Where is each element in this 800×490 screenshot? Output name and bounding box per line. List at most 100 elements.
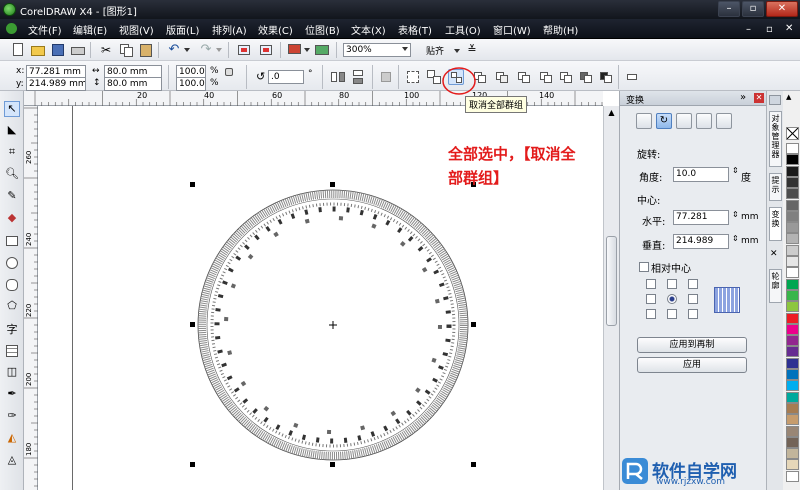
snap-dropdown-icon[interactable]: [454, 49, 460, 53]
menu-close-icon[interactable]: ✕: [785, 23, 793, 34]
color-swatch[interactable]: [786, 143, 799, 154]
selection-handle[interactable]: [330, 462, 335, 467]
horizontal-center-field[interactable]: 77.281: [673, 210, 729, 225]
selection-handle[interactable]: [190, 322, 195, 327]
color-swatch[interactable]: [786, 199, 799, 211]
front-minus-back-icon[interactable]: [598, 69, 614, 85]
group-icon[interactable]: [405, 69, 421, 85]
color-swatch[interactable]: [786, 301, 799, 313]
y-position-field[interactable]: 214.989 mm: [26, 77, 86, 91]
color-swatch[interactable]: [786, 244, 799, 256]
color-swatch[interactable]: [786, 256, 799, 267]
redo-icon[interactable]: ↷: [198, 42, 214, 58]
menu-table[interactable]: 表格(T): [398, 22, 432, 37]
skew-transform-icon[interactable]: [716, 113, 732, 129]
anchor-top-left[interactable]: [646, 279, 656, 289]
anchor-middle-right[interactable]: [688, 294, 698, 304]
zoom-tool-icon[interactable]: 🔍︎: [4, 167, 20, 183]
anchor-middle-left[interactable]: [646, 294, 656, 304]
size-transform-icon[interactable]: [696, 113, 712, 129]
color-swatch[interactable]: [786, 391, 799, 403]
simplify-icon[interactable]: [578, 69, 594, 85]
scroll-up-arrow-icon[interactable]: ▲: [606, 108, 617, 118]
selection-handle[interactable]: [190, 462, 195, 467]
selection-handle[interactable]: [471, 462, 476, 467]
cut-icon[interactable]: ✂: [98, 42, 114, 58]
anchor-top-center[interactable]: [667, 279, 677, 289]
pick-tool-icon[interactable]: ↖: [4, 101, 20, 117]
smart-fill-tool-icon[interactable]: ◆: [4, 211, 20, 227]
coreldraw-app-icon[interactable]: [3, 3, 16, 16]
color-swatch[interactable]: [786, 176, 799, 188]
vertical-spinner-icon[interactable]: ⇕: [732, 234, 739, 243]
zoom-level-select[interactable]: 300%: [343, 43, 411, 57]
rotation-field[interactable]: .0: [268, 70, 304, 84]
scale-transform-icon[interactable]: [676, 113, 692, 129]
color-swatch[interactable]: [786, 267, 799, 279]
color-swatch[interactable]: [786, 425, 799, 437]
create-boundary-icon[interactable]: [624, 69, 640, 85]
menu-text[interactable]: 文本(X): [351, 22, 386, 37]
text-tool-icon[interactable]: 字: [4, 321, 20, 337]
crop-tool-icon[interactable]: ⌗: [4, 145, 20, 161]
new-document-icon[interactable]: [10, 42, 26, 58]
color-swatch[interactable]: [786, 357, 799, 369]
color-swatch[interactable]: [786, 165, 799, 177]
color-swatch[interactable]: [786, 335, 799, 347]
menu-arrange[interactable]: 排列(A): [212, 22, 247, 37]
document-icon[interactable]: [6, 23, 17, 34]
color-swatch[interactable]: [786, 278, 799, 290]
outline-pen-tool-icon[interactable]: ✑: [4, 409, 20, 425]
save-icon[interactable]: [50, 42, 66, 58]
menu-view[interactable]: 视图(V): [119, 22, 154, 37]
ellipse-tool-icon[interactable]: [4, 255, 20, 271]
import-icon[interactable]: [236, 42, 252, 58]
weld-icon[interactable]: [516, 69, 532, 85]
vertical-ruler[interactable]: 260 240 220 200 180: [24, 106, 38, 490]
redo-dropdown-icon[interactable]: [216, 48, 222, 52]
welcome-screen-icon[interactable]: [314, 42, 330, 58]
anchor-bottom-left[interactable]: [646, 309, 656, 319]
horizontal-spinner-icon[interactable]: ⇕: [732, 210, 739, 219]
anchor-center[interactable]: [667, 294, 677, 304]
color-swatch[interactable]: [786, 380, 799, 392]
palette-scroll-up-icon[interactable]: ▲: [786, 93, 791, 101]
apply-to-duplicate-button[interactable]: 应用到再制: [637, 337, 747, 353]
color-swatch[interactable]: [786, 414, 799, 426]
color-swatch[interactable]: [786, 323, 799, 335]
undo-icon[interactable]: ↶: [166, 42, 182, 58]
scale-y-field[interactable]: 100.0: [176, 77, 206, 91]
menu-tools[interactable]: 工具(O): [445, 22, 481, 37]
color-swatch[interactable]: [786, 154, 799, 166]
menu-edit[interactable]: 编辑(E): [73, 22, 107, 37]
rotate-transform-icon[interactable]: ↻: [656, 113, 672, 129]
lock-ratio-icon[interactable]: [225, 68, 233, 76]
selection-handle[interactable]: [330, 182, 335, 187]
outline-tab[interactable]: 轮廓: [769, 269, 782, 303]
relative-center-checkbox[interactable]: [639, 262, 649, 272]
snap-to-label[interactable]: 贴齐: [426, 44, 444, 57]
color-swatch[interactable]: [786, 369, 799, 380]
menu-help[interactable]: 帮助(H): [543, 22, 578, 37]
application-launcher-icon[interactable]: [287, 42, 303, 58]
menu-bitmaps[interactable]: 位图(B): [305, 22, 340, 37]
break-apart-icon[interactable]: [494, 69, 510, 85]
docker-collapse-icon[interactable]: »: [740, 92, 746, 103]
close-button[interactable]: ✕: [766, 1, 798, 17]
interactive-fill-tool-icon[interactable]: ◬: [4, 453, 20, 469]
table-tool-icon[interactable]: [4, 343, 20, 359]
transform-tab[interactable]: 变换: [769, 207, 782, 241]
basic-shapes-tool-icon[interactable]: ⬠: [4, 299, 20, 315]
angle-field[interactable]: 10.0: [673, 167, 729, 182]
menu-file[interactable]: 文件(F): [28, 22, 62, 37]
vertical-center-field[interactable]: 214.989: [673, 234, 729, 249]
blend-tool-icon[interactable]: ◫: [4, 365, 20, 381]
ruler-corner[interactable]: [24, 91, 32, 106]
print-icon[interactable]: [70, 42, 86, 58]
menu-layout[interactable]: 版面(L): [166, 22, 199, 37]
menu-window[interactable]: 窗口(W): [493, 22, 531, 37]
vertical-scrollbar[interactable]: ▲: [603, 106, 619, 490]
shape-tool-icon[interactable]: ◣: [4, 123, 20, 139]
apply-button[interactable]: 应用: [637, 357, 747, 373]
menu-restore-icon[interactable]: ▫: [766, 24, 773, 35]
